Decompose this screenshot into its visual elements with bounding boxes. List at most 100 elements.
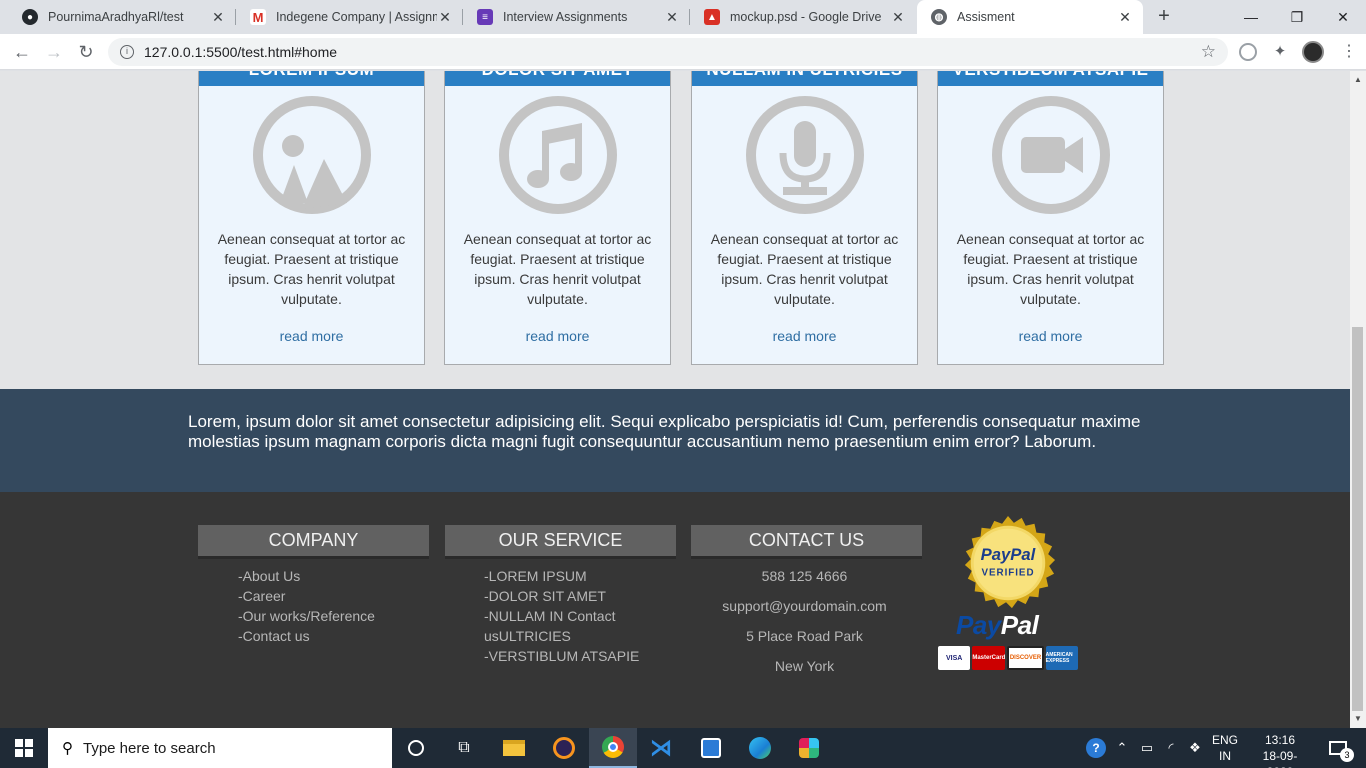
microphone-icon: [746, 96, 864, 214]
feature-card: VERSTIBLUM ATSAPIE Aenean consequat at t…: [937, 71, 1164, 365]
slack-icon[interactable]: [785, 728, 833, 768]
language-indicator[interactable]: ENG IN: [1210, 732, 1240, 764]
help-icon[interactable]: ?: [1084, 728, 1108, 768]
feature-cards: LOREM IPSUM Aenean consequat at tortor a…: [198, 71, 1164, 365]
close-icon[interactable]: ✕: [437, 9, 453, 26]
service-link[interactable]: -VERSTIBLUM ATSAPIE: [484, 646, 639, 666]
service-link[interactable]: -DOLOR SIT AMET: [484, 586, 639, 606]
feature-card: NULLAM IN ULTRICIES Aenean consequat at …: [691, 71, 918, 365]
extension-icon[interactable]: [1239, 43, 1257, 61]
profile-avatar[interactable]: [1302, 41, 1324, 63]
github-icon: ●: [22, 9, 38, 25]
footer-link-career[interactable]: -Career: [238, 586, 375, 606]
tab-strip: ● PournimaAradhyaRl/test ✕ M Indegene Co…: [0, 0, 1366, 34]
puzzle-extensions-icon[interactable]: ✦: [1271, 43, 1289, 61]
menu-dots-icon[interactable]: ⋮: [1340, 43, 1358, 61]
info-icon[interactable]: i: [120, 45, 134, 59]
chrome-taskbar-icon[interactable]: [589, 728, 637, 768]
company-heading: COMPANY: [198, 525, 429, 559]
search-icon: ⚲: [62, 740, 73, 757]
dropbox-icon[interactable]: ❖: [1184, 728, 1206, 768]
footer-link-about[interactable]: -About Us: [238, 566, 375, 586]
contact-email: support@yourdomain.com: [722, 598, 887, 614]
close-icon[interactable]: ✕: [890, 9, 906, 26]
close-icon[interactable]: ✕: [1117, 9, 1133, 26]
app-icon[interactable]: [687, 728, 735, 768]
tab-title: mockup.psd - Google Drive: [730, 10, 882, 24]
tab-title: Indegene Company | Assignme: [276, 10, 437, 24]
edge-icon[interactable]: [736, 728, 784, 768]
notification-count: 3: [1340, 748, 1354, 762]
wifi-icon[interactable]: ◜: [1160, 728, 1182, 768]
back-icon[interactable]: ←: [10, 40, 34, 64]
amex-logo: AMERICAN EXPRESS: [1045, 646, 1078, 670]
chevron-up-icon[interactable]: ⌃: [1112, 728, 1132, 768]
task-view-icon[interactable]: ⧉: [440, 728, 488, 768]
tab-gmail[interactable]: M Indegene Company | Assignme ✕: [236, 0, 463, 34]
close-window-icon[interactable]: ✕: [1320, 0, 1366, 34]
forward-icon[interactable]: →: [42, 40, 66, 64]
service-link[interactable]: -NULLAM IN Contact: [484, 606, 639, 626]
eclipse-icon[interactable]: [540, 728, 588, 768]
card-description: Aenean consequat at tortor ac feugiat. P…: [463, 231, 652, 307]
globe-icon: ◍: [931, 9, 947, 25]
visa-logo: VISA: [938, 646, 971, 670]
close-icon[interactable]: ✕: [210, 9, 226, 26]
lang-code: ENG: [1211, 733, 1238, 747]
service-link[interactable]: usULTRICIES: [484, 626, 639, 646]
tab-github[interactable]: ● PournimaAradhyaRl/test ✕: [8, 0, 236, 34]
cortana-icon[interactable]: [392, 728, 440, 768]
card-heading: LOREM IPSUM: [199, 71, 424, 86]
taskbar-search[interactable]: ⚲ Type here to search: [48, 728, 392, 768]
google-drive-icon: ▲: [704, 9, 720, 25]
new-tab-button[interactable]: +: [1152, 5, 1176, 29]
contact-address: 5 Place Road Park: [746, 628, 863, 644]
vscode-icon[interactable]: ⋊: [637, 728, 685, 768]
close-icon[interactable]: ✕: [664, 9, 680, 26]
page-scrollbar[interactable]: ▲ ▼: [1350, 71, 1366, 728]
tab-title: Assisment: [957, 10, 1015, 24]
minimize-icon[interactable]: —: [1228, 0, 1274, 34]
start-button[interactable]: [0, 728, 48, 768]
tab-title: Interview Assignments: [503, 10, 628, 24]
company-links: -About Us -Career -Our works/Reference -…: [238, 566, 375, 646]
url-text[interactable]: 127.0.0.1:5500/test.html#home: [144, 44, 337, 60]
search-placeholder[interactable]: Type here to search: [83, 740, 216, 757]
banner-text: Lorem, ipsum dolor sit amet consectetur …: [188, 412, 1141, 451]
browser-toolbar: ← → ↻ i 127.0.0.1:5500/test.html#home ☆ …: [0, 34, 1366, 70]
address-bar[interactable]: i 127.0.0.1:5500/test.html#home ☆: [108, 38, 1228, 66]
file-explorer-icon[interactable]: [490, 728, 538, 768]
read-more-link[interactable]: read more: [199, 328, 424, 344]
contact-phone: 588 125 4666: [761, 568, 848, 584]
gmail-icon: M: [250, 9, 266, 25]
scrollbar-thumb[interactable]: [1352, 327, 1363, 711]
bookmark-star-icon[interactable]: ☆: [1201, 42, 1216, 62]
clock[interactable]: 13:16 18-09-2020: [1252, 732, 1308, 768]
notification-center-icon[interactable]: 3: [1318, 728, 1358, 768]
tab-forms[interactable]: ≡ Interview Assignments ✕: [463, 0, 690, 34]
clock-date: 18-09-2020: [1262, 749, 1298, 768]
card-heading: DOLOR SIT AMET: [445, 71, 670, 86]
read-more-link[interactable]: read more: [445, 328, 670, 344]
paypal-pay: Pay: [956, 610, 1001, 640]
video-camera-icon: [992, 96, 1110, 214]
battery-icon[interactable]: ▭: [1136, 728, 1158, 768]
read-more-link[interactable]: read more: [692, 328, 917, 344]
contact-details: 588 125 4666 support@yourdomain.com 5 Pl…: [689, 566, 920, 686]
windows-logo-icon: [15, 739, 33, 757]
card-description: Aenean consequat at tortor ac feugiat. P…: [217, 231, 406, 307]
read-more-link[interactable]: read more: [938, 328, 1163, 344]
feature-card: LOREM IPSUM Aenean consequat at tortor a…: [198, 71, 425, 365]
footer-link-contact[interactable]: -Contact us: [238, 626, 375, 646]
tab-assisment[interactable]: ◍ Assisment ✕: [917, 0, 1143, 34]
seal-verified-text: VERIFIED: [981, 568, 1034, 579]
reload-icon[interactable]: ↻: [74, 40, 98, 64]
footer-link-works[interactable]: -Our works/Reference: [238, 606, 375, 626]
restore-icon[interactable]: ❐: [1274, 0, 1320, 34]
card-logos: VISA MasterCard DISCOVER AMERICAN EXPRES…: [938, 646, 1078, 670]
feature-card: DOLOR SIT AMET Aenean consequat at torto…: [444, 71, 671, 365]
scroll-down-icon[interactable]: ▼: [1350, 712, 1366, 726]
service-link[interactable]: -LOREM IPSUM: [484, 566, 639, 586]
tab-drive[interactable]: ▲ mockup.psd - Google Drive ✕: [690, 0, 916, 34]
scroll-up-icon[interactable]: ▲: [1350, 73, 1366, 87]
